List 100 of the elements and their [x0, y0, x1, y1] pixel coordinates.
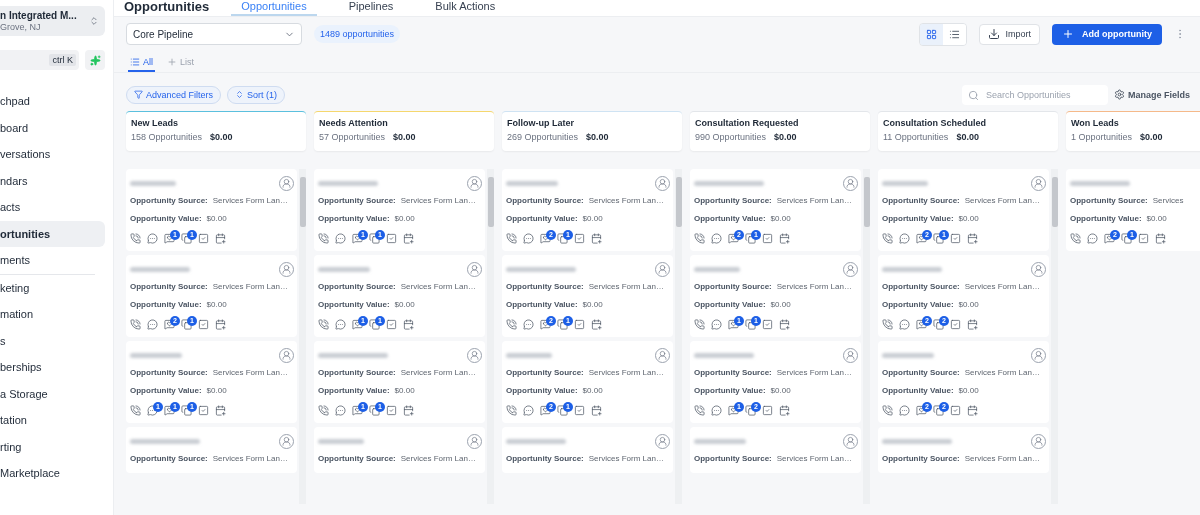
phone-icon[interactable] — [130, 404, 141, 416]
checkbox-icon[interactable] — [762, 232, 773, 244]
page-tab[interactable]: Pipelines — [338, 0, 404, 16]
calendar-icon[interactable] — [779, 232, 790, 244]
phone-icon[interactable] — [506, 232, 517, 244]
document-icon[interactable] — [181, 404, 192, 416]
calendar-icon[interactable] — [779, 318, 790, 330]
chat-icon[interactable] — [711, 318, 722, 330]
checkbox-icon[interactable] — [386, 404, 397, 416]
scrollbar[interactable] — [675, 169, 682, 504]
account-switcher[interactable]: n Integrated M... Grove, NJ — [0, 6, 105, 36]
nav-item[interactable]: berships — [0, 354, 105, 381]
checkbox-icon[interactable] — [762, 318, 773, 330]
calendar-icon[interactable] — [403, 232, 414, 244]
add-opportunity-button[interactable]: Add opportunity — [1052, 23, 1162, 45]
document-icon[interactable] — [181, 232, 192, 244]
checkbox-icon[interactable] — [950, 404, 961, 416]
opportunity-card[interactable]: Opportunity Source: Services Form Lan… — [878, 427, 1049, 473]
nav-item[interactable]: ments — [0, 247, 105, 274]
message-icon[interactable] — [164, 404, 175, 416]
calendar-icon[interactable] — [215, 318, 226, 330]
phone-icon[interactable] — [882, 232, 893, 244]
advanced-filters-button[interactable]: Advanced Filters — [126, 85, 222, 104]
view-tab[interactable]: All — [128, 53, 155, 72]
nav-item[interactable]: tation — [0, 407, 105, 434]
list-view-button[interactable] — [942, 23, 966, 45]
document-icon[interactable] — [369, 318, 380, 330]
checkbox-icon[interactable] — [386, 232, 397, 244]
checkbox-icon[interactable] — [1138, 232, 1149, 244]
nav-item[interactable]: versations — [0, 141, 105, 168]
chat-icon[interactable] — [1087, 232, 1098, 244]
phone-icon[interactable] — [694, 232, 705, 244]
calendar-icon[interactable] — [403, 318, 414, 330]
message-icon[interactable] — [540, 318, 551, 330]
nav-item[interactable]: mation — [0, 301, 105, 328]
document-icon[interactable] — [933, 318, 944, 330]
scrollbar[interactable] — [299, 169, 306, 504]
message-icon[interactable] — [540, 232, 551, 244]
message-icon[interactable] — [728, 318, 739, 330]
message-icon[interactable] — [164, 232, 175, 244]
opportunity-card[interactable]: Opportunity Source: Services Form Lan… — [690, 427, 861, 473]
document-icon[interactable] — [557, 404, 568, 416]
calendar-icon[interactable] — [967, 404, 978, 416]
phone-icon[interactable] — [318, 232, 329, 244]
calendar-icon[interactable] — [967, 232, 978, 244]
import-button[interactable]: Import — [978, 23, 1040, 45]
message-icon[interactable] — [352, 232, 363, 244]
phone-icon[interactable] — [882, 404, 893, 416]
scrollbar[interactable] — [863, 169, 870, 504]
nav-item[interactable]: keting — [0, 274, 105, 301]
checkbox-icon[interactable] — [574, 404, 585, 416]
nav-item[interactable]: acts — [0, 194, 105, 221]
nav-item[interactable]: ortunities — [0, 220, 105, 247]
chat-icon[interactable] — [147, 318, 158, 330]
nav-item[interactable]: rting — [0, 433, 105, 460]
message-icon[interactable] — [728, 232, 739, 244]
calendar-icon[interactable] — [403, 404, 414, 416]
document-icon[interactable] — [181, 318, 192, 330]
checkbox-icon[interactable] — [950, 232, 961, 244]
chat-icon[interactable] — [899, 404, 910, 416]
document-icon[interactable] — [745, 318, 756, 330]
message-icon[interactable] — [916, 318, 927, 330]
document-icon[interactable] — [745, 232, 756, 244]
calendar-icon[interactable] — [591, 404, 602, 416]
chat-icon[interactable] — [899, 232, 910, 244]
chat-icon[interactable] — [335, 232, 346, 244]
chat-icon[interactable] — [711, 232, 722, 244]
document-icon[interactable] — [745, 404, 756, 416]
document-icon[interactable] — [557, 318, 568, 330]
pipeline-select[interactable]: Core Pipeline — [126, 23, 302, 45]
chat-icon[interactable] — [147, 404, 158, 416]
document-icon[interactable] — [557, 232, 568, 244]
chat-icon[interactable] — [523, 404, 534, 416]
page-tab[interactable]: Bulk Actions — [425, 0, 506, 16]
checkbox-icon[interactable] — [198, 404, 209, 416]
scrollbar[interactable] — [487, 169, 494, 504]
sort-button[interactable]: Sort (1) — [227, 85, 286, 104]
nav-item[interactable]: Marketplace — [0, 460, 105, 487]
calendar-icon[interactable] — [1155, 232, 1166, 244]
chat-icon[interactable] — [147, 232, 158, 244]
opportunity-card[interactable]: Opportunity Source: Services Form Lan… — [314, 427, 485, 473]
nav-item[interactable]: chpad — [0, 88, 105, 115]
phone-icon[interactable] — [130, 232, 141, 244]
calendar-icon[interactable] — [591, 318, 602, 330]
calendar-icon[interactable] — [779, 404, 790, 416]
message-icon[interactable] — [164, 318, 175, 330]
document-icon[interactable] — [369, 232, 380, 244]
phone-icon[interactable] — [1070, 232, 1081, 244]
calendar-icon[interactable] — [215, 404, 226, 416]
search-field[interactable]: ctrl K — [0, 50, 79, 70]
opportunity-card[interactable]: Opportunity Source: Services Form Lan… — [126, 427, 297, 473]
page-tab[interactable]: Opportunities — [231, 0, 317, 16]
phone-icon[interactable] — [694, 318, 705, 330]
message-icon[interactable] — [352, 404, 363, 416]
phone-icon[interactable] — [506, 404, 517, 416]
manage-fields-button[interactable]: Manage Fields — [1114, 89, 1190, 100]
phone-icon[interactable] — [882, 318, 893, 330]
document-icon[interactable] — [933, 404, 944, 416]
checkbox-icon[interactable] — [762, 404, 773, 416]
nav-item[interactable]: a Storage — [0, 380, 105, 407]
